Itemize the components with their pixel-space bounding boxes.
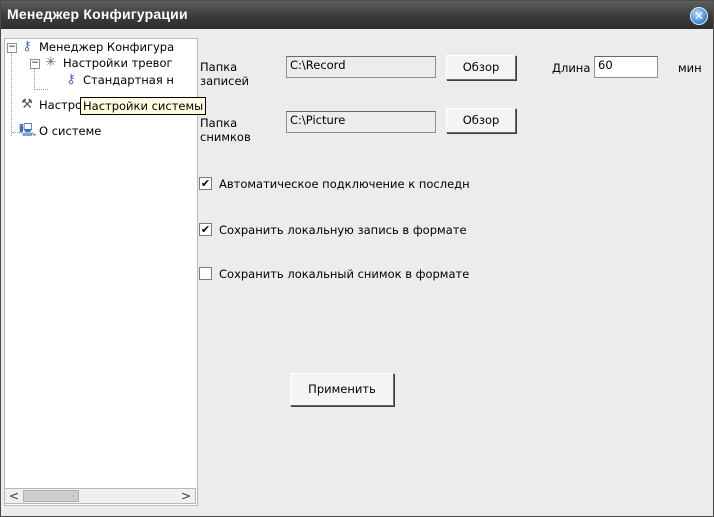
config-manager-window: Менеджер Конфигурации ✕ − ⚷ Менеджер Кон… xyxy=(0,0,714,517)
save-snapshot-format-checkbox[interactable] xyxy=(199,267,212,280)
tree-item-config-manager[interactable]: Менеджер Конфигура xyxy=(39,40,174,55)
tree-connector xyxy=(34,69,35,90)
apply-button[interactable]: Применить xyxy=(290,373,394,406)
save-snapshot-format-label: Сохранить локальный снимок в формате xyxy=(219,267,470,281)
snapshot-folder-label: Папка снимков xyxy=(200,116,251,144)
record-folder-label: Папка записей xyxy=(200,60,250,88)
close-icon: ✕ xyxy=(693,9,705,23)
save-record-format-label: Сохранить локальную запись в формате xyxy=(219,223,467,237)
computer-icon: 🖳 xyxy=(19,123,37,138)
snapshot-folder-field[interactable]: C:\Picture xyxy=(286,111,436,133)
key-icon: ⚷ xyxy=(22,39,32,54)
tree-connector xyxy=(34,89,48,90)
close-button[interactable]: ✕ xyxy=(690,7,708,25)
key-icon: ⚷ xyxy=(66,72,76,87)
tree-horizontal-scrollbar[interactable]: < > xyxy=(4,488,196,504)
length-label: Длина xyxy=(552,61,591,75)
browse-snapshot-button[interactable]: Обзор xyxy=(446,108,516,133)
scroll-left-icon[interactable]: < xyxy=(6,489,22,503)
length-unit-label: мин xyxy=(678,61,702,75)
auto-connect-label: Автоматическое подключение к последн xyxy=(219,177,470,191)
tree-connector xyxy=(11,53,12,136)
tooltip: Настройки системы xyxy=(80,97,207,115)
record-folder-field[interactable]: C:\Record xyxy=(286,56,436,78)
root-expander[interactable]: − xyxy=(7,43,17,53)
auto-connect-checkbox[interactable]: ✔ xyxy=(199,177,212,190)
tree-item-about[interactable]: О системе xyxy=(39,124,101,139)
scroll-thumb[interactable] xyxy=(23,490,79,502)
tree-item-standard[interactable]: Стандартная н xyxy=(83,73,174,88)
tree-item-alarm-settings[interactable]: Настройки тревог xyxy=(63,56,173,71)
save-record-format-checkbox[interactable]: ✔ xyxy=(199,223,212,236)
alarm-light-icon: ✳ xyxy=(45,55,57,70)
title-bar[interactable]: Менеджер Конфигурации ✕ xyxy=(1,1,713,29)
alarm-expander[interactable]: − xyxy=(30,59,40,69)
length-field[interactable]: 60 xyxy=(594,56,658,78)
tools-icon: ⚒ xyxy=(21,97,33,112)
scroll-right-icon[interactable]: > xyxy=(178,489,194,503)
browse-record-button[interactable]: Обзор xyxy=(446,55,516,80)
window-title: Менеджер Конфигурации xyxy=(7,6,188,22)
